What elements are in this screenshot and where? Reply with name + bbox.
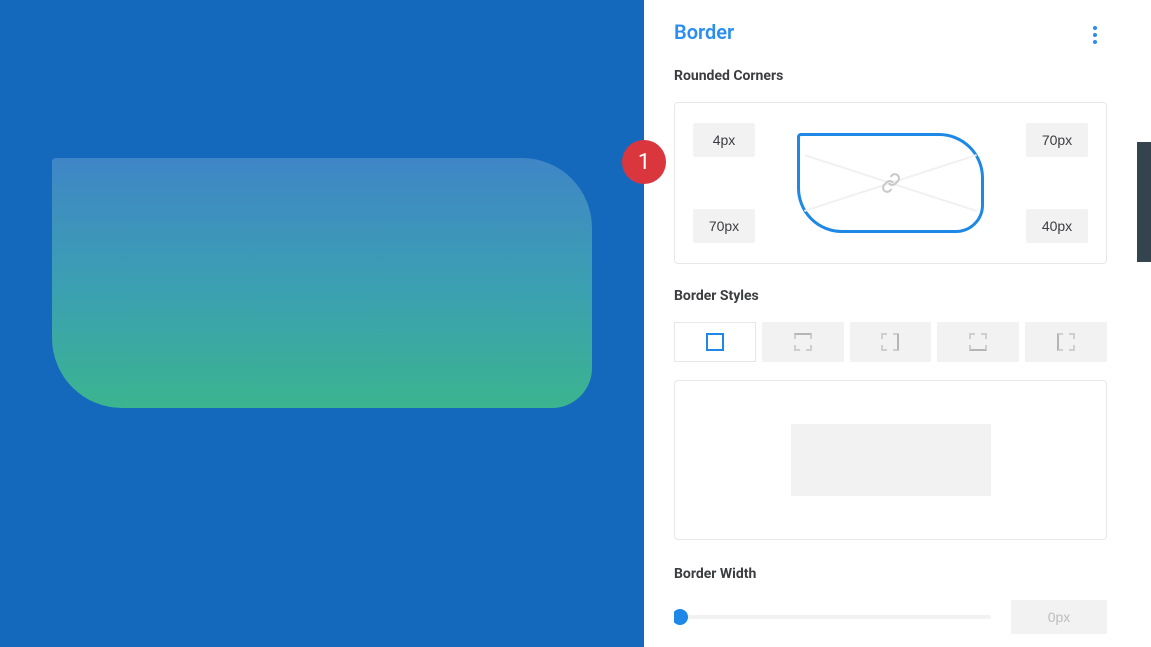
rounded-corners-label: Rounded Corners [674,68,1107,84]
editor-canvas[interactable]: 1 [0,0,644,647]
panel-options-button[interactable] [1093,26,1097,44]
square-right-icon [881,333,899,351]
border-style-bottom-tab[interactable] [937,322,1019,362]
scrollbar-thumb[interactable] [1137,142,1151,262]
border-width-slider[interactable] [674,615,991,619]
corner-shape-preview [797,133,984,233]
border-style-tabs [674,322,1107,362]
corner-bottom-right-input[interactable] [1026,209,1088,243]
border-width-input[interactable] [1011,600,1107,634]
square-top-icon [794,333,812,351]
border-preview-box [674,380,1107,540]
scrollbar-track[interactable] [1137,0,1151,647]
border-style-left-tab[interactable] [1025,322,1107,362]
square-left-icon [1057,333,1075,351]
border-style-all-tab[interactable] [674,322,756,362]
border-width-slider-handle[interactable] [674,609,688,625]
annotation-badge: 1 [622,140,666,184]
panel-title: Border [674,20,1107,44]
corner-top-right-input[interactable] [1026,123,1088,157]
square-bottom-icon [969,333,987,351]
settings-panel: Border Rounded Corners [644,0,1137,647]
corner-top-left-input[interactable] [693,123,755,157]
border-preview-inner [791,424,991,496]
square-all-icon [706,333,724,351]
border-style-right-tab[interactable] [850,322,932,362]
border-styles-label: Border Styles [674,288,1107,304]
border-style-top-tab[interactable] [762,322,844,362]
border-width-label: Border Width [674,566,1107,582]
rounded-corners-control [674,102,1107,264]
corner-bottom-left-input[interactable] [693,209,755,243]
preview-shape [52,158,592,408]
link-values-icon[interactable] [881,173,901,193]
